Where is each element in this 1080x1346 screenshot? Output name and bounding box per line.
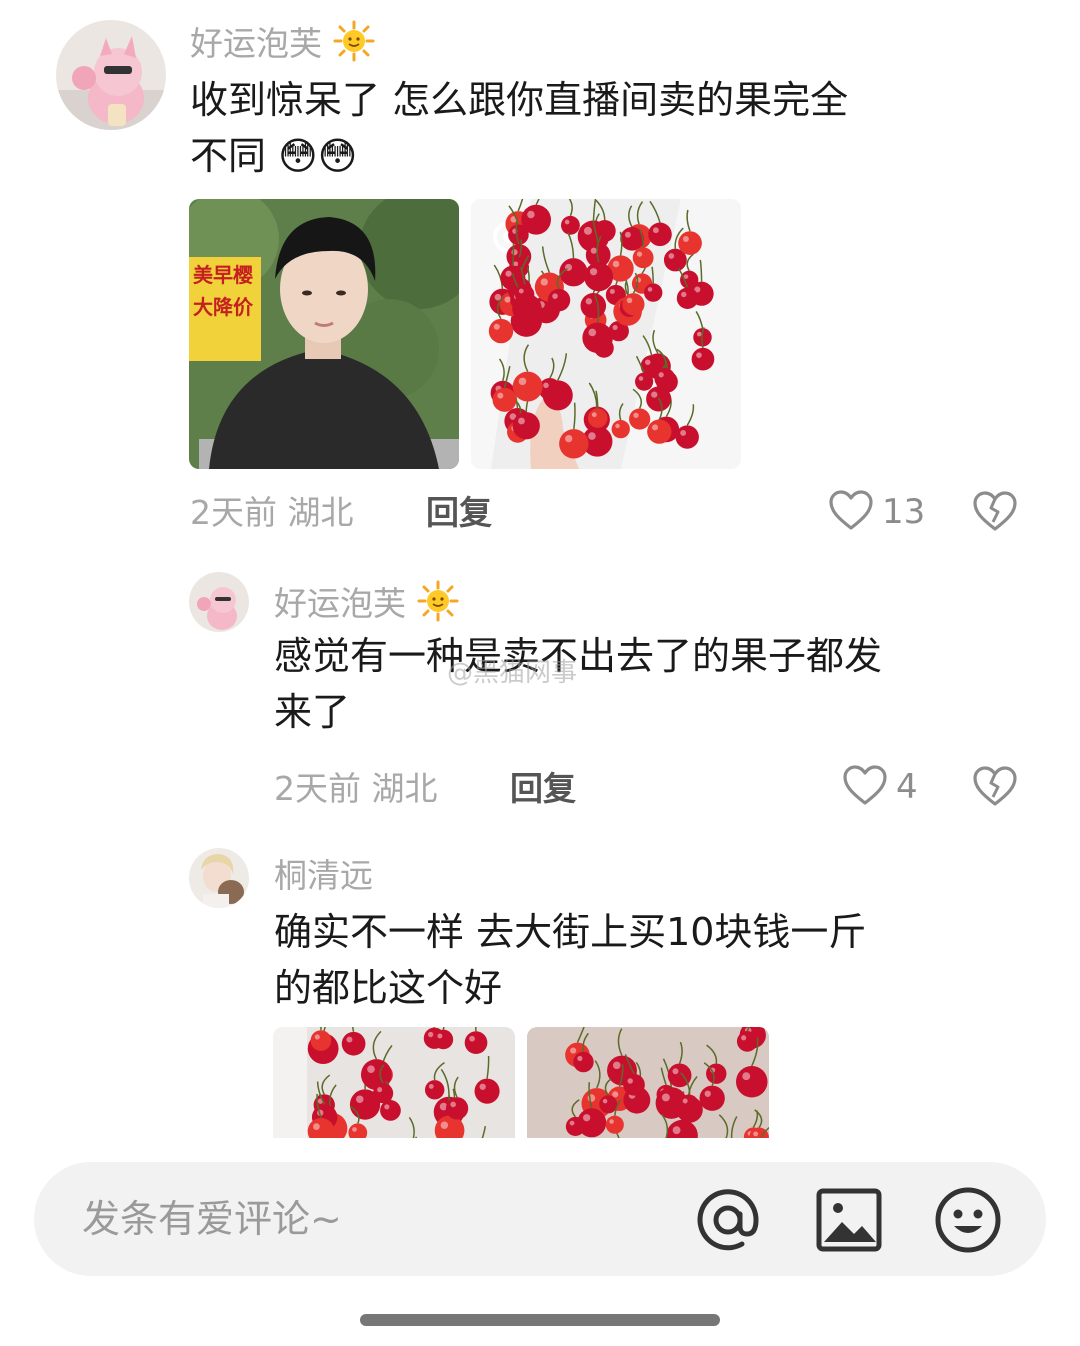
comment-text-line: 不同 😳😳 xyxy=(190,134,358,178)
comment-image-livestream[interactable]: 美早樱 大降价 xyxy=(189,199,459,469)
comment-input-placeholder: 发条有爱评论~ xyxy=(82,1197,342,1241)
commenter-avatar[interactable] xyxy=(189,848,249,908)
like-count: 4 xyxy=(896,767,918,807)
like-button[interactable]: 13 xyxy=(828,490,925,534)
like-button[interactable]: 4 xyxy=(842,765,918,809)
commenter-avatar[interactable] xyxy=(56,20,166,130)
commenter-username[interactable]: 好运泡芙 xyxy=(190,20,375,71)
comment-location: 湖北 xyxy=(287,493,354,532)
comment-text-line: 确实不一样 去大街上买10块钱一斤 xyxy=(274,910,867,954)
commenter-username[interactable]: 好运泡芙 xyxy=(274,580,459,631)
comment-text[interactable]: 感觉有一种是卖不出去了的果子都发 来了 xyxy=(274,628,1054,740)
reply-button[interactable]: 回复 xyxy=(510,769,576,809)
reply-button[interactable]: 回复 xyxy=(426,493,492,533)
sun-emoji-icon xyxy=(417,580,459,631)
broken-heart-icon[interactable] xyxy=(972,490,1018,536)
watermark: @黑猫网事 xyxy=(447,658,578,688)
comment-text-line: 的都比这个好 xyxy=(274,966,503,1010)
comment-time: 2天前 xyxy=(274,769,361,808)
comment-text-line: 感觉有一种是卖不出去了的果子都发 xyxy=(274,634,883,678)
comment-text[interactable]: 确实不一样 去大街上买10块钱一斤 的都比这个好 xyxy=(274,904,1054,1016)
home-indicator[interactable] xyxy=(360,1314,720,1326)
emoji-icon[interactable] xyxy=(934,1186,1002,1258)
like-count: 13 xyxy=(882,492,926,532)
comment-location: 湖北 xyxy=(371,769,438,808)
comment-image-cherries[interactable] xyxy=(471,199,741,469)
image-sign-text: 美早樱 xyxy=(193,263,253,287)
comment-meta: 2天前 湖北 xyxy=(274,769,438,809)
comment-text-line: 收到惊呆了 怎么跟你直播间卖的果完全 xyxy=(190,78,849,122)
comment-text-line: 来了 xyxy=(274,690,351,734)
heart-icon xyxy=(828,489,874,535)
mention-icon[interactable] xyxy=(694,1186,762,1258)
image-sign-text: 大降价 xyxy=(193,295,253,319)
broken-heart-icon[interactable] xyxy=(972,765,1018,811)
sun-emoji-icon xyxy=(333,20,375,71)
comment-meta: 2天前 湖北 xyxy=(190,493,354,533)
heart-icon xyxy=(842,764,888,810)
image-icon[interactable] xyxy=(816,1188,882,1256)
commenter-avatar[interactable] xyxy=(189,572,249,632)
comment-time: 2天前 xyxy=(190,493,277,532)
commenter-username[interactable]: 桐清远 xyxy=(274,856,373,896)
comment-text[interactable]: 收到惊呆了 怎么跟你直播间卖的果完全 不同 😳😳 xyxy=(190,72,1050,184)
